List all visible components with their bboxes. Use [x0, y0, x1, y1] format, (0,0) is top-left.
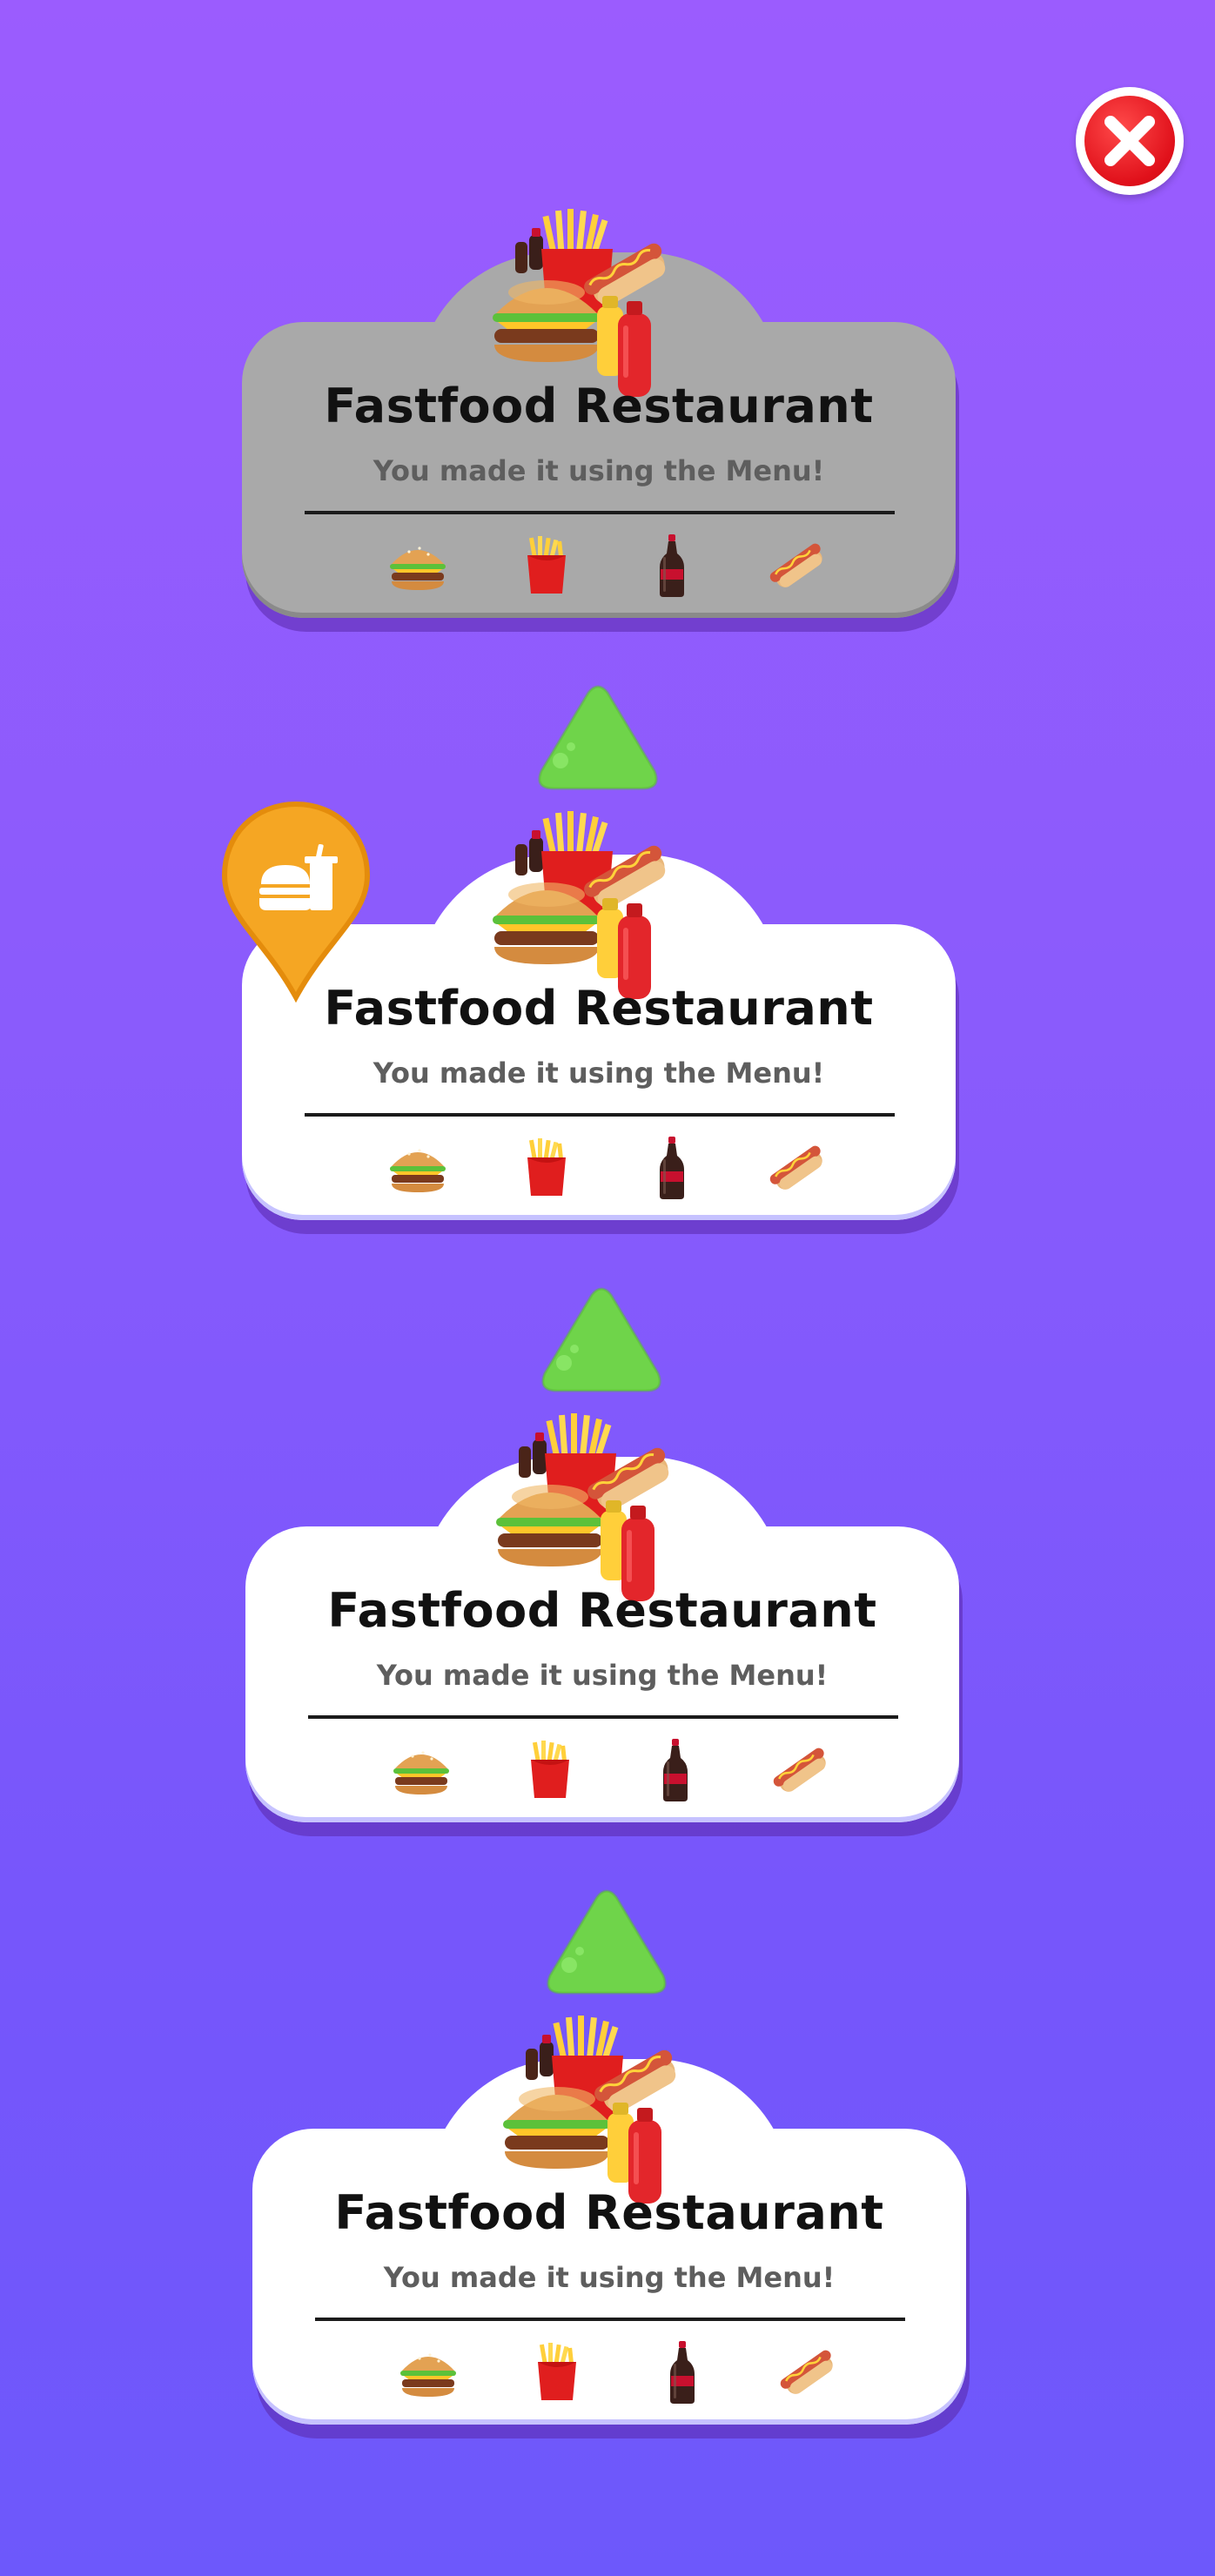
cola-bottle-icon [641, 1735, 710, 1805]
fries-icon [515, 1735, 585, 1805]
level-card-4[interactable]: Fastfood Restaurant You made it using th… [252, 2016, 970, 2468]
fastfood-pin-icon [221, 801, 371, 1003]
fastfood-combo-icon [486, 209, 695, 400]
hotdog-icon [762, 1133, 832, 1203]
level-card-1[interactable]: Fastfood Restaurant You made it using th… [242, 209, 959, 661]
fastfood-combo-icon [489, 1413, 698, 1605]
level-subtitle: You made it using the Menu! [373, 1057, 825, 1090]
fries-icon [522, 2338, 592, 2407]
hotdog-icon [773, 2338, 842, 2407]
cola-bottle-icon [648, 2338, 717, 2407]
close-button[interactable] [1076, 87, 1184, 195]
up-arrow-icon [533, 681, 663, 802]
close-x-icon [1104, 116, 1155, 166]
up-arrow-icon [541, 1885, 672, 2007]
menu-items-row [242, 531, 956, 600]
divider [305, 511, 895, 514]
fries-icon [512, 1133, 581, 1203]
fastfood-combo-icon [486, 811, 695, 1003]
divider [315, 2318, 905, 2321]
level-title: Fastfood Restaurant [334, 2185, 884, 2240]
cola-bottle-icon [637, 1133, 707, 1203]
cola-bottle-icon [637, 531, 707, 600]
menu-items-row [242, 1133, 956, 1203]
divider [305, 1113, 895, 1117]
hotdog-icon [762, 531, 832, 600]
burger-icon [393, 2338, 463, 2407]
up-arrow-icon [536, 1283, 667, 1405]
fries-icon [512, 531, 581, 600]
level-title: Fastfood Restaurant [327, 1583, 877, 1638]
level-card-3[interactable]: Fastfood Restaurant You made it using th… [245, 1413, 963, 1866]
level-subtitle: You made it using the Menu! [373, 454, 825, 487]
burger-icon [386, 1735, 456, 1805]
fastfood-combo-icon [496, 2016, 705, 2207]
burger-icon [383, 531, 453, 600]
level-subtitle: You made it using the Menu! [383, 2261, 836, 2294]
level-title: Fastfood Restaurant [324, 379, 874, 433]
hotdog-icon [766, 1735, 836, 1805]
burger-icon [383, 1133, 453, 1203]
level-subtitle: You made it using the Menu! [376, 1659, 829, 1692]
divider [308, 1715, 898, 1719]
menu-items-row [252, 2338, 966, 2407]
menu-items-row [245, 1735, 959, 1805]
